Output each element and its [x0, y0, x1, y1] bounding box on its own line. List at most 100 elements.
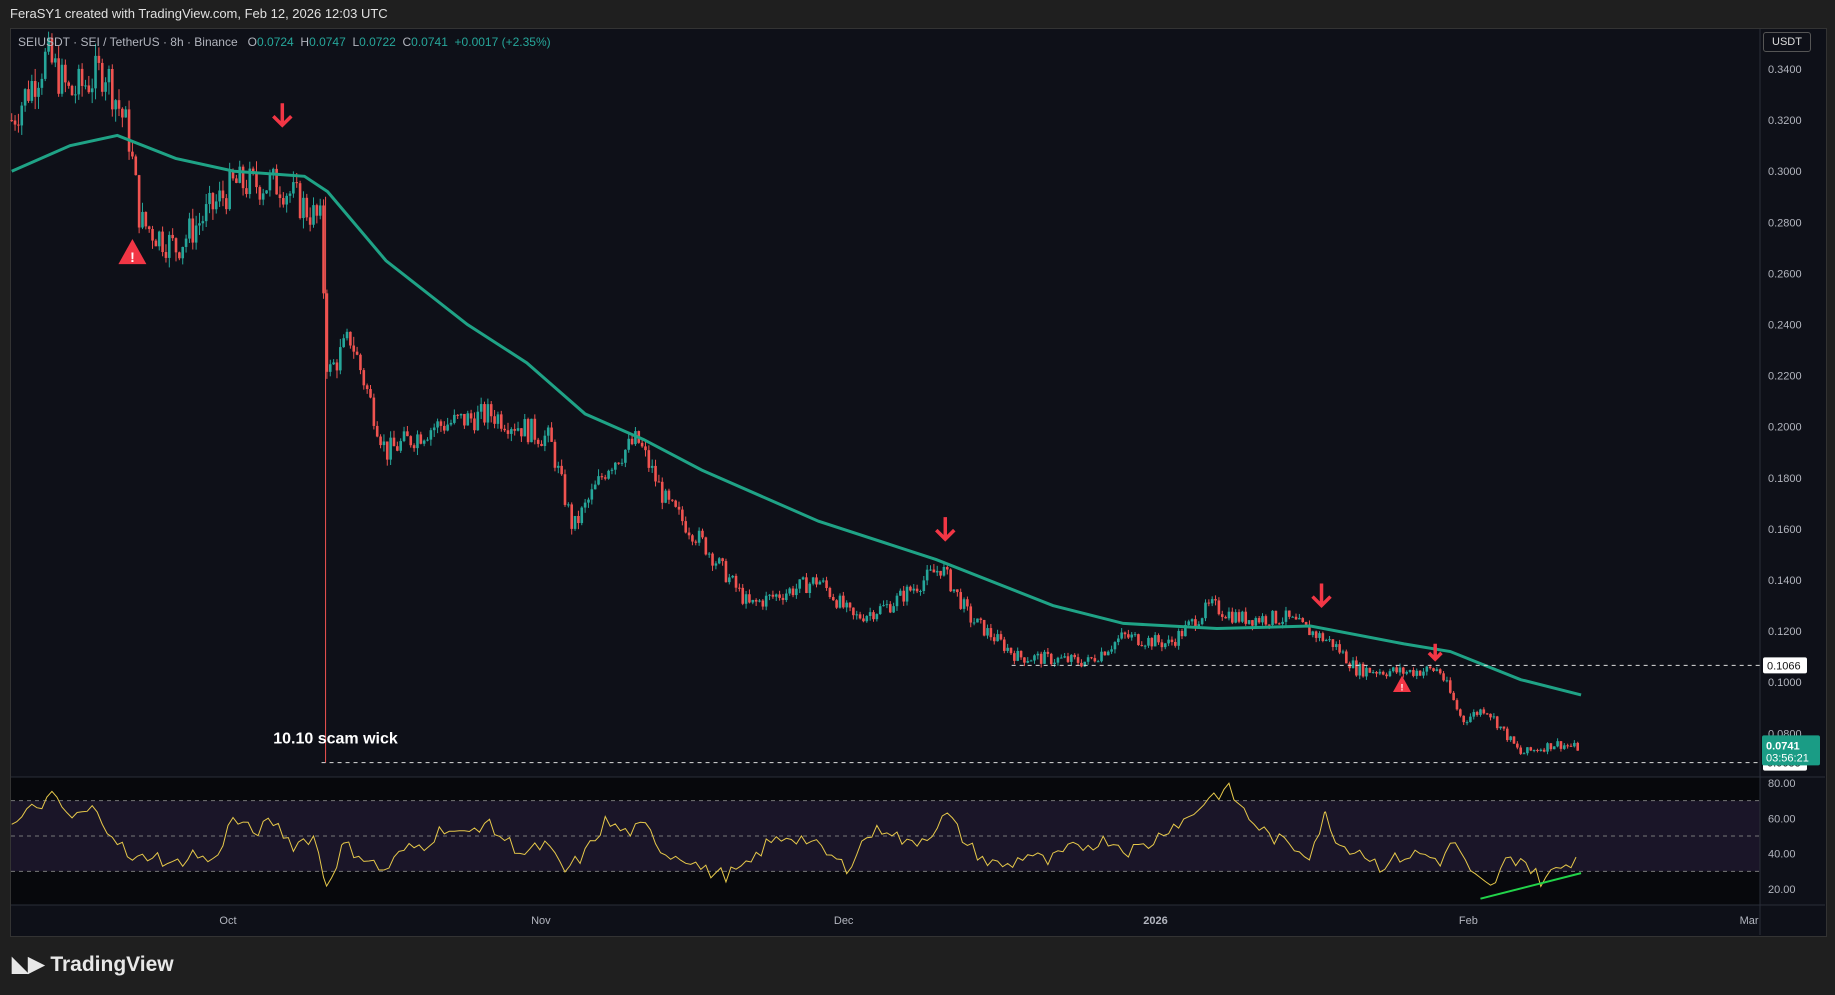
- candle-body: [225, 198, 228, 210]
- candle-body: [1096, 661, 1100, 663]
- high-label: H: [300, 35, 310, 49]
- candle-body: [583, 502, 587, 508]
- candle-body: [664, 490, 667, 503]
- candle-body: [1398, 667, 1402, 673]
- candle-body: [728, 577, 731, 583]
- candle-body: [97, 55, 101, 63]
- candle-body: [429, 430, 433, 440]
- symbol-name[interactable]: SEIUSDT · SEI / TetherUS · 8h · Binance: [18, 35, 238, 49]
- candle-body: [483, 404, 486, 423]
- candle-body: [191, 218, 195, 243]
- candle-body: [714, 563, 718, 566]
- candle-body: [1103, 651, 1107, 656]
- candle-body: [436, 421, 439, 428]
- candle-body: [1355, 660, 1358, 676]
- candle-body: [409, 436, 413, 446]
- candle-body: [811, 577, 815, 584]
- candle-body: [815, 577, 818, 585]
- candle-body: [1009, 647, 1013, 654]
- candle-body: [1046, 651, 1050, 654]
- candle-body: [33, 81, 37, 97]
- candle-body: [580, 507, 584, 524]
- candle-body: [1512, 736, 1516, 744]
- down-arrow-icon: [1311, 583, 1332, 609]
- candle-body: [1143, 645, 1147, 647]
- candle-body: [640, 442, 644, 447]
- chart-canvas[interactable]: 0.3400 0.3200 0.3000 0.2800 0.2600 0.2400 0.22…: [0, 0, 1835, 995]
- candle-body: [211, 192, 215, 210]
- price-tick: 0.1800: [1768, 473, 1802, 485]
- candle-body: [459, 413, 463, 416]
- candle-body: [694, 541, 698, 543]
- currency-button[interactable]: USDT: [1763, 32, 1811, 52]
- candle-body: [543, 435, 547, 447]
- candle-body: [345, 331, 349, 339]
- candle-body: [396, 446, 399, 451]
- candle-body: [1385, 674, 1388, 677]
- candle-body: [80, 68, 84, 86]
- candle-body: [1063, 656, 1066, 658]
- candle-body: [1214, 599, 1217, 601]
- candle-body: [359, 354, 362, 371]
- candle-body: [828, 588, 832, 597]
- candle-body: [1479, 709, 1482, 715]
- candle-body: [466, 413, 470, 426]
- candle-body: [174, 238, 178, 253]
- candle-body: [556, 465, 560, 468]
- candle-body: [1261, 616, 1264, 623]
- candle-body: [1257, 618, 1261, 623]
- candle-body: [966, 599, 969, 607]
- candle-body: [1489, 713, 1492, 718]
- candle-body: [1482, 709, 1486, 714]
- tradingview-logo[interactable]: ◣▶ TradingView: [12, 952, 174, 977]
- candle-body: [335, 362, 339, 371]
- candle-body: [1180, 630, 1184, 637]
- candle-body: [1066, 656, 1070, 662]
- candle-body: [315, 205, 319, 216]
- candle-body: [1321, 633, 1325, 641]
- candle-body: [1432, 668, 1435, 671]
- candle-body: [198, 223, 201, 226]
- candle-body: [962, 599, 966, 609]
- candle-body: [1277, 623, 1281, 625]
- candle-body: [1405, 671, 1408, 674]
- candle-body: [1459, 709, 1462, 716]
- candle-body: [94, 55, 97, 89]
- candle-body: [1157, 635, 1160, 643]
- price-tick: 0.1200: [1768, 626, 1802, 638]
- price-tick: 0.2000: [1768, 422, 1802, 434]
- candle-body: [992, 637, 996, 642]
- candle-body: [1049, 653, 1053, 665]
- candle-body: [188, 218, 191, 239]
- candle-body: [1043, 651, 1046, 664]
- candle-body: [620, 462, 624, 464]
- change-value: +0.0017 (+2.35%): [454, 35, 551, 49]
- candle-body: [496, 414, 500, 424]
- candle-body: [510, 429, 513, 434]
- candle-body: [704, 537, 708, 555]
- close-value: 0.0741: [411, 35, 448, 49]
- candle-body: [530, 418, 533, 443]
- candle-body: [865, 616, 869, 622]
- candle-body: [493, 416, 496, 424]
- down-arrow-icon: [935, 517, 956, 542]
- candle-body: [74, 94, 77, 96]
- candle-body: [1569, 745, 1573, 747]
- candle-body: [687, 532, 691, 536]
- candle-body: [84, 85, 87, 87]
- candle-body: [489, 404, 493, 417]
- candle-body: [781, 597, 785, 600]
- candle-body: [563, 474, 567, 505]
- candle-body: [449, 422, 453, 425]
- candle-body: [741, 587, 745, 604]
- candle-body: [1133, 634, 1137, 636]
- candle-body: [1019, 650, 1023, 658]
- candle-body: [1495, 716, 1499, 729]
- candle-body: [1174, 641, 1177, 646]
- candle-body: [147, 226, 151, 230]
- candle-body: [157, 231, 161, 247]
- candle-body: [821, 580, 825, 582]
- candle-body: [899, 590, 902, 596]
- candle-body: [644, 446, 647, 451]
- candle-body: [986, 628, 989, 636]
